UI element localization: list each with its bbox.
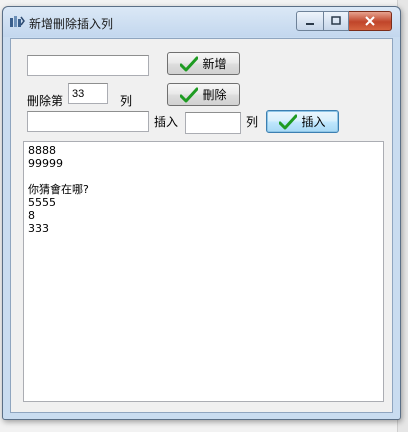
close-icon: [365, 16, 375, 26]
insert-button-label: 插入: [301, 115, 326, 129]
list-item[interactable]: 你猜會在哪?: [28, 183, 379, 196]
checkmark-icon: [180, 56, 199, 71]
insert-row-suffix-label: 列: [246, 115, 259, 129]
delete-button-label: 刪除: [202, 88, 227, 102]
list-item[interactable]: 8888: [28, 144, 379, 157]
main-window: 新增刪除插入列 新增 刪除第 列: [2, 6, 401, 420]
maximize-icon: [331, 16, 341, 25]
close-button[interactable]: [349, 11, 392, 31]
title-bar[interactable]: 新增刪除插入列: [3, 7, 400, 37]
client-area: 新增 刪除第 列 刪除 插入 列 插入 8888 99999 你猜會在哪?: [10, 38, 393, 413]
checkmark-icon: [180, 87, 199, 102]
checkmark-icon: [279, 114, 298, 129]
insert-label: 插入: [154, 115, 179, 129]
window-controls: [296, 11, 392, 31]
list-item[interactable]: 5555: [28, 196, 379, 209]
delete-row-input[interactable]: [68, 83, 108, 104]
window-title: 新增刪除插入列: [29, 17, 114, 31]
list-item[interactable]: 333: [28, 222, 379, 235]
item-listbox[interactable]: 8888 99999 你猜會在哪? 5555 8 333: [23, 141, 384, 402]
maximize-button[interactable]: [324, 11, 349, 31]
insert-button[interactable]: 插入: [266, 110, 339, 133]
list-item[interactable]: 8: [28, 209, 379, 222]
list-item[interactable]: [28, 170, 379, 183]
minimize-icon: [306, 23, 314, 25]
add-text-input[interactable]: [27, 55, 149, 76]
delete-button[interactable]: 刪除: [167, 83, 240, 106]
insert-text-input[interactable]: [27, 111, 149, 132]
delete-suffix-label: 列: [120, 94, 133, 108]
minimize-button[interactable]: [296, 11, 324, 31]
add-button[interactable]: 新增: [167, 52, 240, 75]
list-item[interactable]: 99999: [28, 157, 379, 170]
delete-prefix-label: 刪除第: [27, 94, 64, 108]
app-icon: [10, 16, 25, 27]
add-button-label: 新增: [202, 57, 227, 71]
insert-row-input[interactable]: [185, 112, 241, 134]
